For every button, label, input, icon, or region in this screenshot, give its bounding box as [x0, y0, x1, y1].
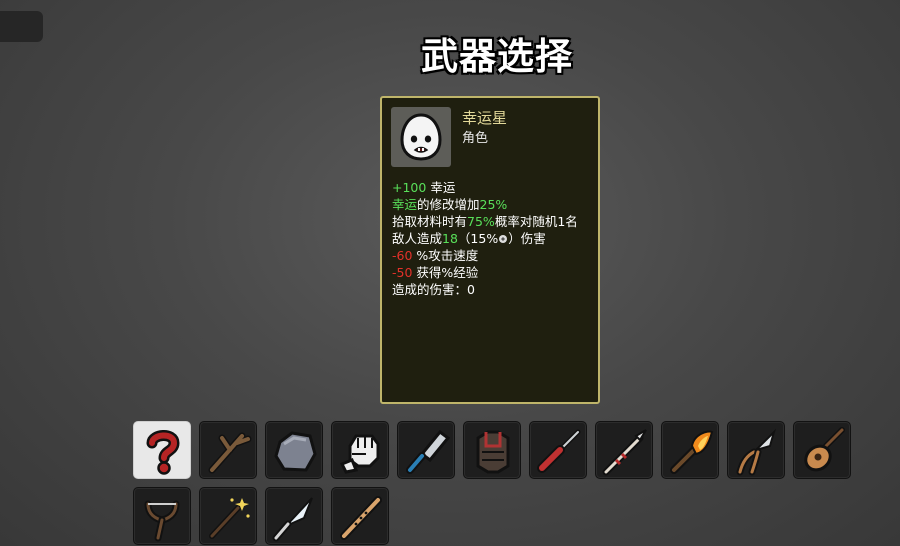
weapon-slot-stick[interactable] [199, 421, 257, 479]
page-title: 武器选择 [421, 35, 573, 78]
egg-face-icon [400, 113, 442, 161]
weapon-slot-spear[interactable] [595, 421, 653, 479]
stat-line-luck: +100 幸运 [392, 180, 456, 195]
spear-icon [602, 429, 647, 476]
lute-icon [804, 427, 845, 472]
weapon-slot-lute[interactable] [793, 421, 851, 479]
flute-icon [340, 496, 382, 540]
screwdriver-icon [537, 429, 581, 473]
pruner-icon [736, 428, 777, 476]
luck-icon [499, 235, 508, 243]
weapon-slot-rock[interactable] [265, 421, 323, 479]
weapon-slot-slingshot[interactable] [133, 487, 191, 545]
stat-line-damage-dealt: 造成的伤害：0 [392, 282, 475, 297]
stat-line-damage: 敌人造成18（15% ）伤害 [392, 231, 546, 246]
chest-plate-icon [476, 430, 510, 474]
stats-list: +100 幸运 幸运的修改增加25% 拾取材料时有75%概率对随机1名 敌人造成… [392, 179, 597, 298]
torch-icon [670, 430, 714, 474]
stat-line-luck-modifier: 幸运的修改增加25% [392, 197, 508, 212]
weapon-slot-flute[interactable] [331, 487, 389, 545]
character-name: 幸运星 [462, 109, 508, 127]
stat-line-xp-gain: -50 获得%经验 [392, 265, 479, 280]
stat-line-pickup-chance: 拾取材料时有75%概率对随机1名 [392, 214, 578, 229]
stat-line-attack-speed: -60 %攻击速度 [392, 248, 479, 263]
weapon-slot-pruner[interactable] [727, 421, 785, 479]
weapon-slot-dagger[interactable] [265, 487, 323, 545]
random-question-icon [146, 430, 180, 475]
weapon-slot-screwdriver[interactable] [529, 421, 587, 479]
character-type: 角色 [462, 131, 489, 146]
dagger-icon [272, 497, 313, 542]
weapon-slot-torch[interactable] [661, 421, 719, 479]
fist-icon [339, 434, 380, 474]
slingshot-icon [144, 500, 180, 542]
magic-wand-icon [209, 498, 250, 539]
weapon-slot-chest-plate[interactable] [463, 421, 521, 479]
cleaver-icon [406, 429, 451, 474]
weapon-slot-cleaver[interactable] [397, 421, 455, 479]
stick-icon [208, 432, 252, 474]
weapon-slot-random[interactable] [133, 421, 191, 479]
weapon-slot-fist[interactable] [331, 421, 389, 479]
character-portrait [391, 107, 451, 167]
weapon-slot-magic-wand[interactable] [199, 487, 257, 545]
character-card: 幸运星 角色 +100 幸运 幸运的修改增加25% 拾取材料时有75%概率对随机… [380, 96, 600, 404]
rock-icon [274, 431, 317, 472]
